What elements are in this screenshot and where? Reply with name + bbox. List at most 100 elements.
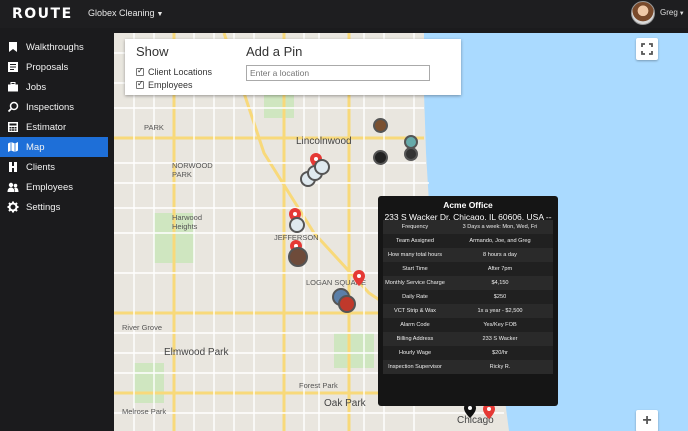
table-row: VCT Strip & Wax 1x a year - $2,500 [383,304,553,318]
row-label: Daily Rate [383,290,447,304]
table-row: Alarm Code Yes/Key FOB [383,318,553,332]
sidebar-item-label: Map [26,141,45,153]
map-label-lincolnwood: Lincolnwood [296,136,352,147]
row-label: Team Assigned [383,234,447,248]
map-label-oak-park: Oak Park [324,398,366,409]
sidebar-item-label: Proposals [26,61,69,73]
map-label-forest-park: Forest Park [299,381,338,390]
table-row: Start Time After 7pm [383,262,553,276]
calculator-icon [7,121,19,133]
company-selector[interactable]: Globex Cleaning ▼ [88,8,163,18]
zoom-in-button[interactable]: + [636,410,658,431]
employee-avatar-marker[interactable] [288,247,308,267]
table-row: Daily Rate $250 [383,290,553,304]
row-value: $4,150 [447,276,553,290]
sidebar-item-label: Clients [26,161,56,173]
bookmark-icon [7,41,19,53]
map-label-park-ridge: PARK [144,123,164,132]
sidebar-item-label: Jobs [26,81,47,93]
row-label: Billing Address [383,332,447,346]
map-filter-panel: Show Client Locations Employees Add a Pi… [125,39,461,95]
row-label: Frequency [383,220,447,234]
employee-avatar-marker[interactable] [373,118,388,133]
row-value: 3 Days a week: Mon, Wed, Fri [447,220,553,234]
row-label: VCT Strip & Wax [383,304,447,318]
popup-title: Acme Office [443,200,493,210]
row-label: Inspection Supervisor [383,360,447,374]
building-icon [7,161,19,173]
briefcase-icon [7,81,19,93]
sidebar-item-employees[interactable]: Employees [0,177,108,197]
chevron-down-icon: ▼ [156,11,164,18]
avatar[interactable] [631,1,655,25]
sidebar-item-map[interactable]: Map [0,137,108,157]
row-value: Ricky R. [447,360,553,374]
row-value: Yes/Key FOB [447,318,553,332]
brand-logo[interactable]: ROUTE [12,6,73,22]
top-bar: ROUTE Globex Cleaning ▼ Greg▼ [0,0,688,28]
employees-checkbox[interactable] [136,79,144,89]
sidebar: Walkthroughs Proposals Jobs Inspections … [0,35,108,431]
row-label: Alarm Code [383,318,447,332]
fullscreen-button[interactable] [636,38,658,60]
sidebar-item-proposals[interactable]: Proposals [0,57,108,77]
table-row: Team Assigned Armando, Joe, and Greg [383,234,553,248]
show-heading: Show [136,44,169,59]
row-value: 8 hours a day [447,248,553,262]
table-row: Inspection Supervisor Ricky R. [383,360,553,374]
client-locations-label: Client Locations [148,67,213,77]
document-icon [7,61,19,73]
location-info-popup: Acme Office 233 S Wacker Dr, Chicago, IL… [378,196,558,406]
client-locations-toggle[interactable]: Client Locations [136,66,213,77]
row-value: Armando, Joe, and Greg [447,234,553,248]
sidebar-item-label: Walkthroughs [26,41,84,53]
row-label: Hourly Wage [383,346,447,360]
map-label-elmwood-park: Elmwood Park [164,347,229,358]
gear-icon [7,201,19,213]
magnifier-icon [7,101,19,113]
row-label: Start Time [383,262,447,276]
row-value: $20/hr [447,346,553,360]
location-input[interactable] [246,65,430,81]
map-icon [7,141,19,153]
company-name: Globex Cleaning [88,8,155,18]
employees-label: Employees [148,80,193,90]
user-menu[interactable]: Greg▼ [660,8,685,17]
employee-avatar-marker[interactable] [373,150,388,165]
employee-avatar-marker[interactable] [338,295,356,313]
row-label: How many total hours [383,248,447,262]
sidebar-item-jobs[interactable]: Jobs [0,77,108,97]
map-pin-marker[interactable] [353,270,365,286]
table-row: Monthly Service Charge $4,150 [383,276,553,290]
fullscreen-icon [641,43,653,55]
chevron-down-icon: ▼ [678,11,685,17]
map-label-melrose-park: Melrose Park [122,407,167,416]
row-value: After 7pm [447,262,553,276]
sidebar-item-estimator[interactable]: Estimator [0,117,108,137]
map-label-river-grove: River Grove [122,323,163,332]
map-label-norwood-park: NORWOOD PARK [172,161,213,179]
employee-avatar-marker[interactable] [404,147,418,161]
row-value: $250 [447,290,553,304]
row-value: 1x a year - $2,500 [447,304,553,318]
user-name: Greg [660,8,678,17]
sidebar-item-label: Employees [26,181,73,193]
table-row: Frequency 3 Days a week: Mon, Wed, Fri [383,220,553,234]
sidebar-item-clients[interactable]: Clients [0,157,108,177]
sidebar-item-inspections[interactable]: Inspections [0,97,108,117]
sidebar-item-label: Estimator [26,121,67,133]
add-pin-heading: Add a Pin [246,44,303,59]
employee-marker[interactable] [314,159,330,175]
sidebar-item-walkthroughs[interactable]: Walkthroughs [0,37,108,57]
table-row: How many total hours 8 hours a day [383,248,553,262]
employee-marker[interactable] [289,217,305,233]
table-row: Hourly Wage $20/hr [383,346,553,360]
client-locations-checkbox[interactable] [136,66,144,76]
employees-toggle[interactable]: Employees [136,79,193,90]
sidebar-item-label: Settings [26,201,61,213]
row-label: Monthly Service Charge [383,276,447,290]
popup-details-table: Frequency 3 Days a week: Mon, Wed, Fri Tea… [383,220,553,374]
row-value: 233 S Wacker [447,332,553,346]
users-icon [7,181,19,193]
sidebar-item-settings[interactable]: Settings [0,197,108,217]
